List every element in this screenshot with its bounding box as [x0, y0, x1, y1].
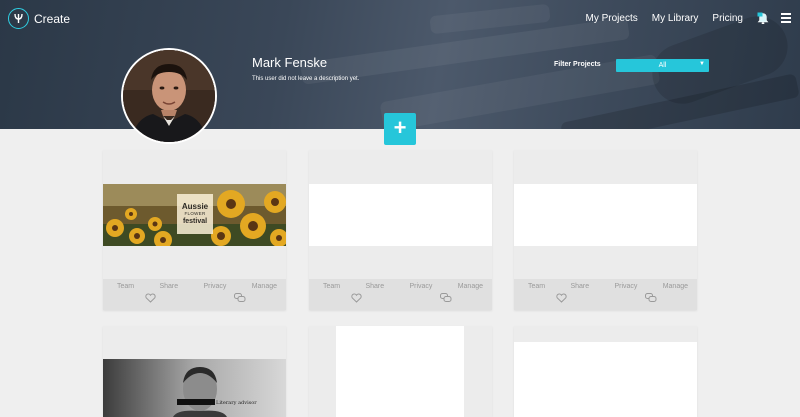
- project-card[interactable]: Aussie FLOWER festival Team Share Privac…: [103, 150, 286, 310]
- share-button[interactable]: Share: [365, 283, 384, 290]
- chevron-down-icon: ▼: [699, 61, 705, 67]
- project-thumbnail[interactable]: [309, 184, 492, 246]
- heart-icon[interactable]: [145, 293, 156, 303]
- privacy-button[interactable]: Privacy: [409, 283, 432, 290]
- app-name: Create: [34, 11, 71, 26]
- privacy-button[interactable]: Privacy: [614, 283, 637, 290]
- card-footer: Team Share Privacy Manage: [103, 279, 286, 310]
- nav-pricing[interactable]: Pricing: [712, 13, 743, 24]
- avatar: [121, 48, 217, 144]
- team-button[interactable]: Team: [323, 283, 340, 290]
- profile-header: Create My Projects My Library Pricing Ma…: [0, 0, 800, 129]
- project-thumbnail[interactable]: [514, 184, 697, 246]
- comments-icon[interactable]: [440, 293, 452, 303]
- logo-icon: [8, 8, 29, 29]
- project-thumbnail[interactable]: Aussie FLOWER festival: [103, 184, 286, 246]
- card-footer: Team Share Privacy Manage: [514, 279, 697, 310]
- profile-description: This user did not leave a description ye…: [252, 76, 360, 82]
- project-thumbnail[interactable]: Literary advisor: [103, 359, 286, 417]
- project-card[interactable]: Literary advisor: [103, 326, 286, 417]
- thumbnail-title: Literary advisor: [216, 400, 257, 406]
- project-card[interactable]: Team Share Privacy Manage: [514, 150, 697, 310]
- heart-icon[interactable]: [556, 293, 567, 303]
- privacy-button[interactable]: Privacy: [203, 283, 226, 290]
- thumbnail-title: Aussie FLOWER festival: [177, 194, 213, 234]
- team-button[interactable]: Team: [117, 283, 134, 290]
- app-logo[interactable]: Create: [8, 8, 70, 29]
- project-card[interactable]: Team Share Privacy Manage: [309, 150, 492, 310]
- comments-icon[interactable]: [645, 293, 657, 303]
- filter-projects-label: Filter Projects: [554, 61, 601, 68]
- hamburger-menu-icon[interactable]: [781, 11, 791, 25]
- share-button[interactable]: Share: [159, 283, 178, 290]
- filter-projects-select[interactable]: All ▼: [616, 59, 709, 72]
- add-project-button[interactable]: +: [384, 113, 416, 145]
- nav-my-projects[interactable]: My Projects: [586, 13, 638, 24]
- top-nav: My Projects My Library Pricing: [586, 0, 800, 36]
- project-card[interactable]: [514, 326, 697, 417]
- project-thumbnail[interactable]: [514, 342, 697, 417]
- comments-icon[interactable]: [234, 293, 246, 303]
- card-footer: Team Share Privacy Manage: [309, 279, 492, 310]
- manage-button[interactable]: Manage: [458, 283, 483, 290]
- manage-button[interactable]: Manage: [663, 283, 688, 290]
- nav-my-library[interactable]: My Library: [652, 13, 699, 24]
- project-thumbnail[interactable]: [336, 326, 464, 417]
- manage-button[interactable]: Manage: [252, 283, 277, 290]
- profile-name: Mark Fenske: [252, 55, 328, 70]
- share-button[interactable]: Share: [570, 283, 589, 290]
- filter-selected-value: All: [658, 62, 667, 69]
- project-card[interactable]: [309, 326, 492, 417]
- heart-icon[interactable]: [351, 293, 362, 303]
- team-button[interactable]: Team: [528, 283, 545, 290]
- notification-bell-icon[interactable]: [757, 12, 769, 25]
